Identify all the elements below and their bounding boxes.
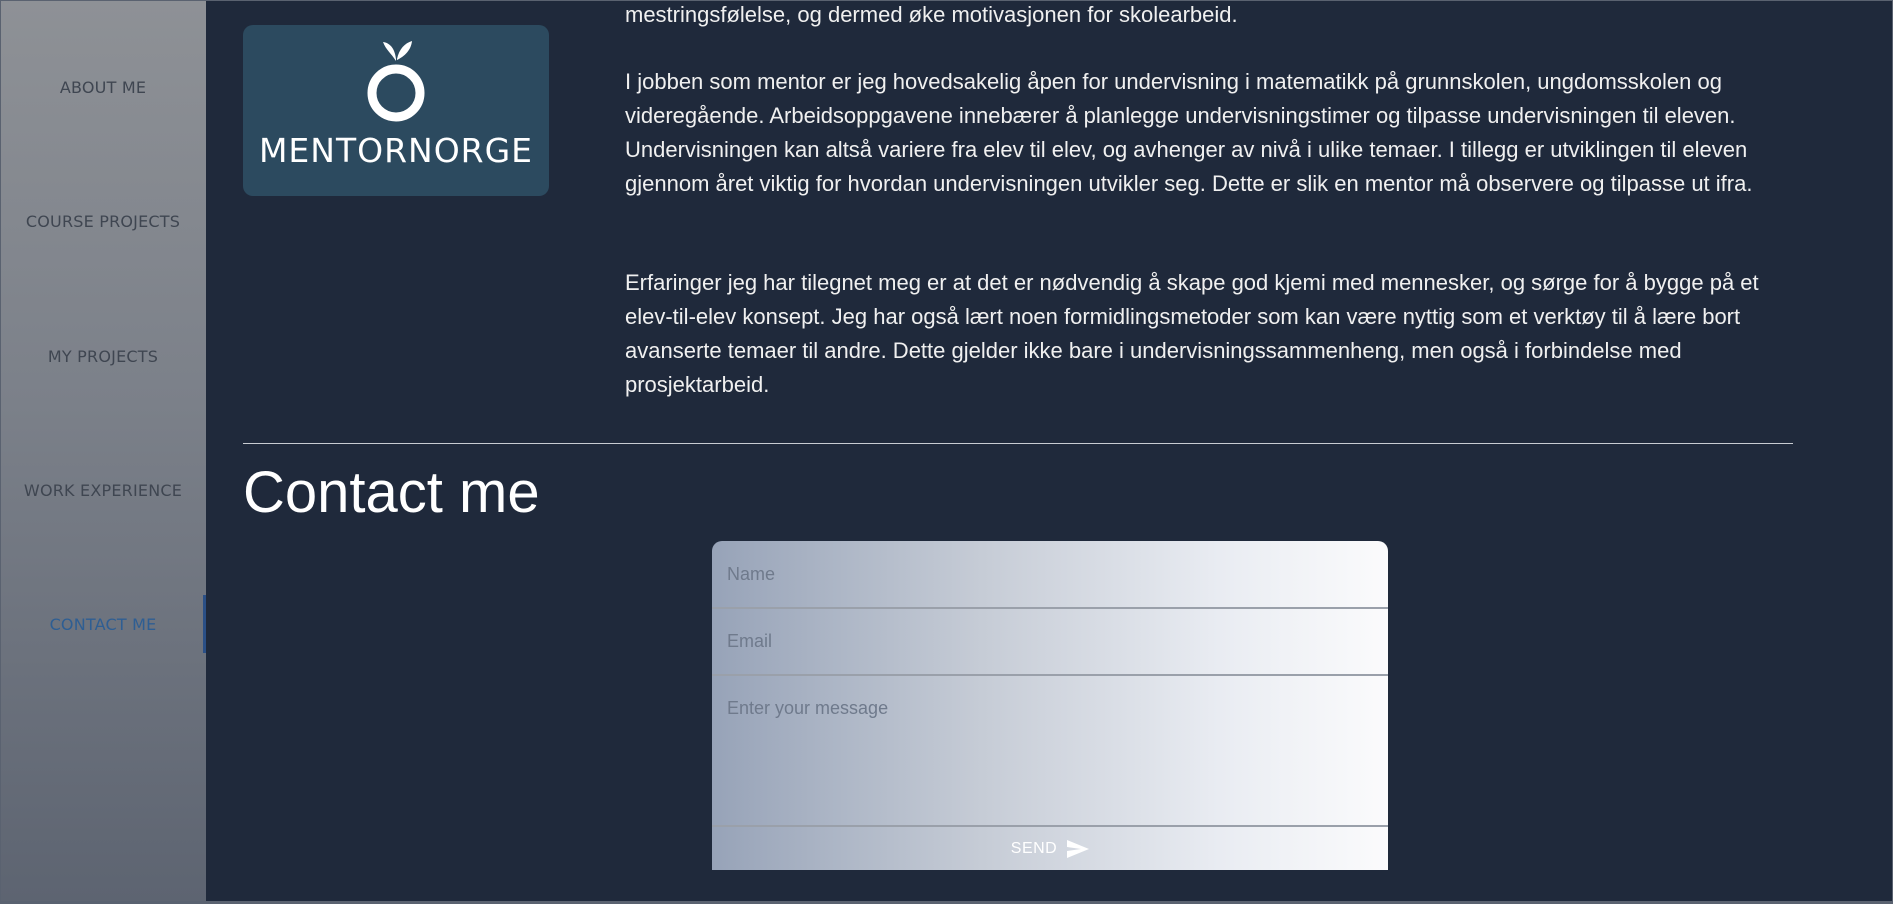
contact-form: SEND <box>712 541 1388 870</box>
orange-fruit-icon <box>367 41 425 122</box>
nav-item-work-experience[interactable]: WORK EXPERIENCE <box>0 460 206 520</box>
name-input[interactable] <box>712 541 1388 607</box>
paragraph-experience: Erfaringer jeg har tilegnet meg er at de… <box>625 270 1759 397</box>
nav-item-my-projects[interactable]: MY PROJECTS <box>0 326 206 386</box>
message-field-wrapper <box>712 676 1388 827</box>
send-button[interactable]: SEND <box>712 827 1388 870</box>
email-input[interactable] <box>712 609 1388 674</box>
paragraph-mentor-job: I jobben som mentor er jeg hovedsakelig … <box>625 69 1753 196</box>
paragraph-intro-end: mestringsfølelse, og dermed øke motivasj… <box>625 2 1238 27</box>
send-icon <box>1067 839 1090 858</box>
email-field-wrapper <box>712 609 1388 676</box>
logo-text: MENTORNORGE <box>258 131 534 170</box>
contact-title: Contact me <box>243 460 540 525</box>
nav-item-contact-me[interactable]: CONTACT ME <box>0 594 206 654</box>
sidebar-nav: ABOUT ME COURSE PROJECTS MY PROJECTS WOR… <box>0 0 206 901</box>
message-textarea[interactable] <box>712 676 1388 825</box>
mentornorge-logo: MENTORNORGE <box>243 25 549 196</box>
name-field-wrapper <box>712 541 1388 609</box>
nav-item-about-me[interactable]: ABOUT ME <box>0 57 206 117</box>
nav-item-course-projects[interactable]: COURSE PROJECTS <box>0 191 206 251</box>
section-divider <box>243 443 1793 444</box>
send-label: SEND <box>1010 839 1058 857</box>
